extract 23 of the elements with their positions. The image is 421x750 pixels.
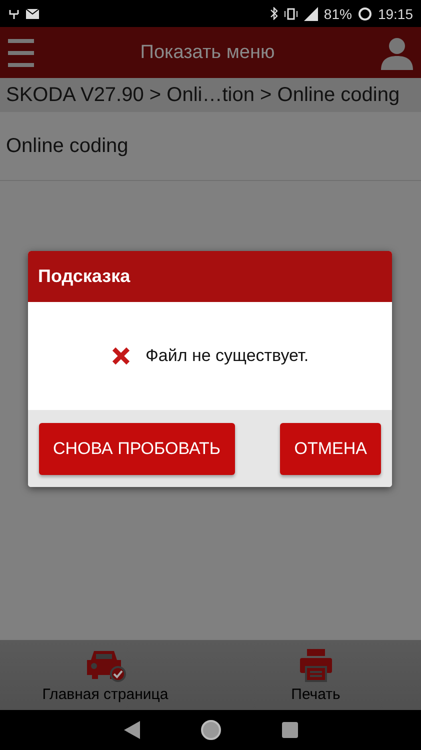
menu-icon[interactable] [8,38,34,68]
home-icon[interactable] [200,719,222,741]
dialog-message: Файл не существует. [145,346,309,366]
recents-icon[interactable] [282,722,298,738]
list-item[interactable]: Online coding [0,112,421,181]
battery-percent: 81% [324,6,352,22]
dialog-button[interactable]: СНОВА ПРОБОВАТЬ [39,422,235,474]
mail-icon [26,8,39,18]
nav-button[interactable]: Печать [210,640,421,710]
user-icon[interactable] [381,36,413,70]
dialog-title: Подсказка [28,251,392,302]
printer-icon [298,648,333,682]
dialog-button[interactable]: ОТМЕНА [280,422,381,474]
nav-button[interactable]: Главная страница [0,640,210,710]
breadcrumb: SKODA V27.90 > Onli…tion > Online coding [0,78,421,112]
bluetooth-icon [270,7,278,20]
vibrate-icon [284,8,298,20]
battery-ring-icon [358,6,372,20]
cross-icon [111,346,132,366]
clock: 19:15 [378,6,413,22]
signal-icon [304,6,318,20]
header-title: Показать меню [139,42,276,64]
back-icon[interactable] [124,721,140,739]
